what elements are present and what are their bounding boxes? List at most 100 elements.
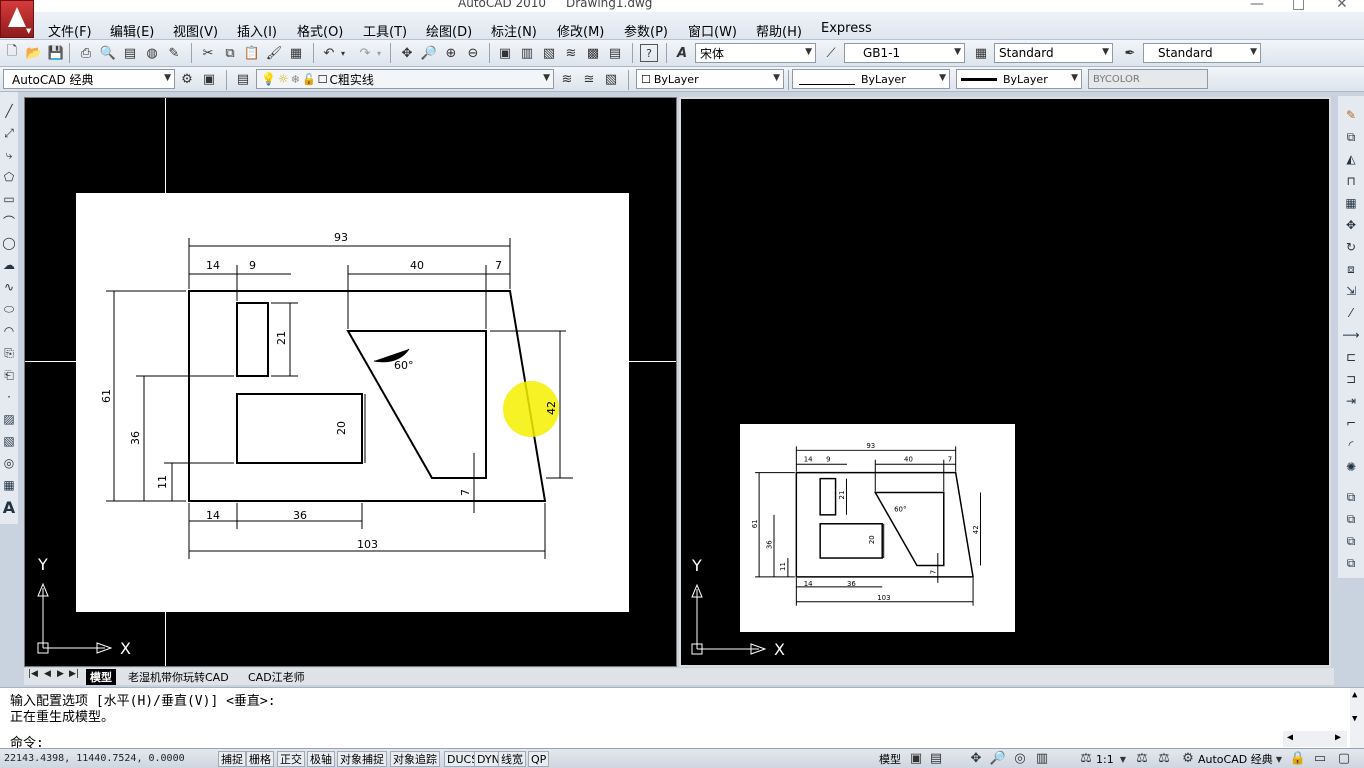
rectangle-icon[interactable]: ▭ [1, 190, 17, 208]
make-block-icon[interactable]: ⎗ [1, 366, 17, 384]
print-preview-icon[interactable]: 🔍 [99, 44, 117, 62]
annotation-scale-icon[interactable]: ⚖ [1078, 750, 1094, 766]
workspace-switch-icon[interactable]: ⚙ [1180, 750, 1196, 766]
layer-manager-icon[interactable]: ▤ [234, 70, 252, 88]
revision-cloud-icon[interactable]: ☁ [1, 256, 17, 274]
grid-toggle[interactable]: 栅格 [246, 751, 274, 767]
extend-icon[interactable]: ⟶ [1342, 326, 1359, 344]
qp-toggle[interactable]: QP [528, 751, 550, 767]
multileader-style-select[interactable]: Standard ▼ [1143, 43, 1261, 63]
region-icon[interactable]: ◎ [1, 454, 17, 472]
ellipse-icon[interactable]: ⬭ [1, 300, 17, 318]
offset-icon[interactable]: ⊓ [1343, 172, 1359, 190]
zoom-realtime-icon[interactable]: 🔎 [420, 44, 438, 62]
tab-layout1[interactable]: 老湿机带你玩转CAD [124, 669, 233, 685]
tab-model[interactable]: 模型 [86, 669, 116, 685]
minimize-button[interactable]: — [1250, 0, 1264, 12]
maximize-button[interactable]: □ [1292, 0, 1305, 12]
hardware-acceleration-icon[interactable]: ▭ [1312, 750, 1328, 766]
block-editor-icon[interactable]: ▦ [287, 44, 305, 62]
multileader-style-icon[interactable]: ✒ [1121, 44, 1139, 62]
move-icon[interactable]: ✥ [1343, 216, 1359, 234]
close-button[interactable]: ✕ [1336, 0, 1348, 12]
menu-parameter[interactable]: 参数(P) [624, 21, 668, 40]
workspace-toggle-icon[interactable]: ▣ [200, 70, 218, 88]
menu-help[interactable]: 帮助(H) [756, 21, 802, 40]
application-menu-button[interactable]: ▼ [0, 0, 34, 38]
dim-style-select[interactable]: GB1-1 ▼ [844, 43, 965, 63]
menu-tools[interactable]: 工具(T) [363, 21, 407, 40]
linetype-select[interactable]: ByLayer ▼ [792, 69, 950, 89]
help-icon[interactable]: ? [640, 44, 658, 62]
viewport-right[interactable]: 93 14 9 40 7 60° 14 36 103 61 42 36 21 2… [679, 97, 1331, 667]
stretch-icon[interactable]: ⇲ [1343, 282, 1359, 300]
menu-view[interactable]: 视图(V) [173, 21, 218, 40]
table-style-select[interactable]: Standard ▼ [994, 43, 1113, 63]
workspace-status-label[interactable]: AutoCAD 经典 [1196, 751, 1275, 767]
viewport-left[interactable]: 93 14 9 40 7 21 60° 42 61 36 20 11 7 14 … [24, 97, 677, 667]
layer-select[interactable]: 💡 ☼ ❄ 🔓 ☐ C粗实线 ▼ [256, 69, 554, 89]
showmotion-icon[interactable]: ▥ [1034, 750, 1050, 766]
last-tab-icon[interactable]: ▶| [69, 669, 79, 679]
fillet-icon[interactable]: ◜ [1343, 436, 1359, 454]
polyline-icon[interactable]: ⤷ [1, 146, 17, 164]
plotstyle-select[interactable]: BYCOLOR [1088, 69, 1208, 89]
redo-icon[interactable]: ↷ [356, 44, 374, 62]
arc-icon[interactable]: ⌒ [1, 212, 17, 230]
trim-icon[interactable]: ⁄ [1343, 304, 1359, 322]
snap-toggle[interactable]: 捕捉 [218, 751, 246, 767]
match-properties-icon[interactable]: 🖌 [265, 44, 283, 62]
scroll-right-icon[interactable]: ▶ [1335, 732, 1341, 743]
menu-insert[interactable]: 插入(I) [237, 21, 277, 40]
menu-modify[interactable]: 修改(M) [557, 21, 604, 40]
command-window[interactable]: 输入配置选项 [水平(H)/垂直(V)] <垂直>: 正在重生成模型。 命令: … [0, 687, 1364, 751]
text-style-icon[interactable]: A [673, 44, 691, 62]
rotate-icon[interactable]: ↻ [1343, 238, 1359, 256]
copy-icon[interactable]: ⧉ [221, 44, 239, 62]
ellipse-arc-icon[interactable]: ◠ [1, 322, 17, 340]
horizontal-scrollbar[interactable]: ◀ ▶ [1283, 731, 1347, 747]
break-icon[interactable]: ⊐ [1343, 370, 1359, 388]
print-icon[interactable]: ⎙ [77, 44, 95, 62]
annotation-visibility-icon[interactable]: ⚖ [1134, 750, 1150, 766]
menu-window[interactable]: 窗口(W) [688, 21, 737, 40]
scroll-up-icon[interactable]: ▲ [1352, 690, 1357, 700]
annotation-scale-value[interactable]: 1:1 [1094, 751, 1116, 767]
tab-layout2[interactable]: CAD江老师 [244, 669, 309, 685]
scroll-down-icon[interactable]: ▼ [1352, 714, 1357, 724]
markup-icon[interactable]: ▩ [584, 44, 602, 62]
dim-style-icon[interactable]: ⟋ [822, 44, 840, 62]
chevron-down-icon[interactable]: ▼ [1118, 750, 1128, 768]
sheet-set-icon[interactable]: ≋ [562, 44, 580, 62]
text-style-select[interactable]: 宋体 ▼ [695, 43, 816, 63]
next-tab-icon[interactable]: ▶ [57, 669, 64, 679]
hatch-icon[interactable]: ▨ [1, 410, 17, 428]
make-current-layer-icon[interactable]: ≋ [558, 70, 576, 88]
lock-icon[interactable]: 🔒 [1290, 750, 1306, 766]
model-icon[interactable]: ▣ [908, 750, 924, 766]
pan-icon[interactable]: ✥ [398, 44, 416, 62]
menu-format[interactable]: 格式(O) [297, 21, 343, 40]
menu-express[interactable]: Express [821, 21, 872, 36]
menu-dimension[interactable]: 标注(N) [491, 21, 537, 40]
multiline-text-icon[interactable]: A [1, 498, 17, 517]
break-at-point-icon[interactable]: ⊏ [1343, 348, 1359, 366]
open-folder-icon[interactable]: 📂 [25, 44, 43, 62]
pan-status-icon[interactable]: ✥ [968, 750, 984, 766]
layout-icon[interactable]: ▤ [928, 750, 944, 766]
lineweight-select[interactable]: ByLayer ▼ [956, 69, 1082, 89]
send-under-icon[interactable]: ⧉ [1343, 554, 1359, 572]
bring-above-icon[interactable]: ⧉ [1343, 532, 1359, 550]
draworder-back-icon[interactable]: ⧉ [1343, 510, 1359, 528]
workspace-select[interactable]: AutoCAD 经典 ▼ [3, 69, 175, 89]
layer-states-icon[interactable]: ▧ [602, 70, 620, 88]
cut-icon[interactable]: ✂ [199, 44, 217, 62]
calculator-icon[interactable]: ▤ [606, 44, 624, 62]
copy-object-icon[interactable]: ⧉ [1343, 128, 1359, 146]
prev-tab-icon[interactable]: ◀ [44, 669, 51, 679]
layer-previous-icon[interactable]: ≊ [580, 70, 598, 88]
line-icon[interactable]: ╱ [1, 102, 17, 120]
menu-draw[interactable]: 绘图(D) [426, 21, 472, 40]
point-icon[interactable]: · [1, 388, 17, 406]
construction-line-icon[interactable]: ⤢ [1, 124, 17, 142]
